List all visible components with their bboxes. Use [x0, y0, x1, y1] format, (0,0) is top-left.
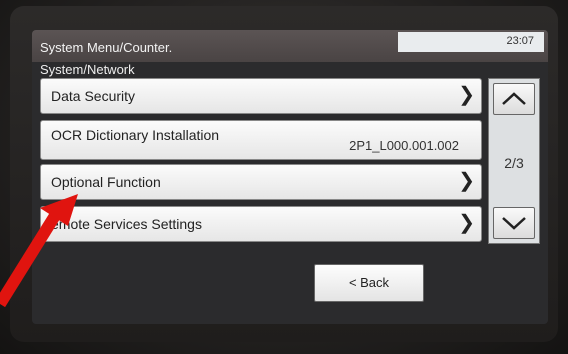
- page-scroller: 2/3: [488, 78, 540, 244]
- scroll-up-button[interactable]: [493, 83, 535, 115]
- menu-item-label: emote Services Settings: [51, 216, 202, 232]
- back-button[interactable]: < Back: [314, 264, 424, 302]
- page-indicator: 2/3: [504, 155, 524, 171]
- chevron-right-icon: ❯: [458, 170, 475, 192]
- section-title: System/Network: [40, 62, 135, 77]
- menu-item-label: Data Security: [51, 88, 136, 104]
- menu-item-optional-function[interactable]: Optional Function ❯: [40, 164, 482, 200]
- chevron-up-icon: [502, 92, 526, 105]
- chevron-right-icon: ❯: [458, 212, 475, 234]
- menu-item-remote-services[interactable]: emote Services Settings ❯: [40, 206, 482, 242]
- menu-item-label: Optional Function: [51, 174, 161, 190]
- menu-item-label: OCR Dictionary Installation: [51, 127, 220, 143]
- menu-item-ocr-dictionary[interactable]: OCR Dictionary Installation 2P1_L000.001…: [40, 120, 482, 160]
- version-value: 2P1_L000.001.002: [349, 138, 459, 153]
- chevron-right-icon: ❯: [458, 84, 475, 106]
- menu-item-data-security[interactable]: Data Security ❯: [40, 78, 482, 114]
- chevron-down-icon: [502, 217, 526, 230]
- clock: 23:07: [398, 32, 544, 52]
- scroll-down-button[interactable]: [493, 207, 535, 239]
- touch-screen: System Menu/Counter. 23:07 System/Networ…: [32, 30, 548, 324]
- title-bar: System Menu/Counter. 23:07: [32, 30, 548, 62]
- breadcrumb: System Menu/Counter.: [40, 40, 173, 55]
